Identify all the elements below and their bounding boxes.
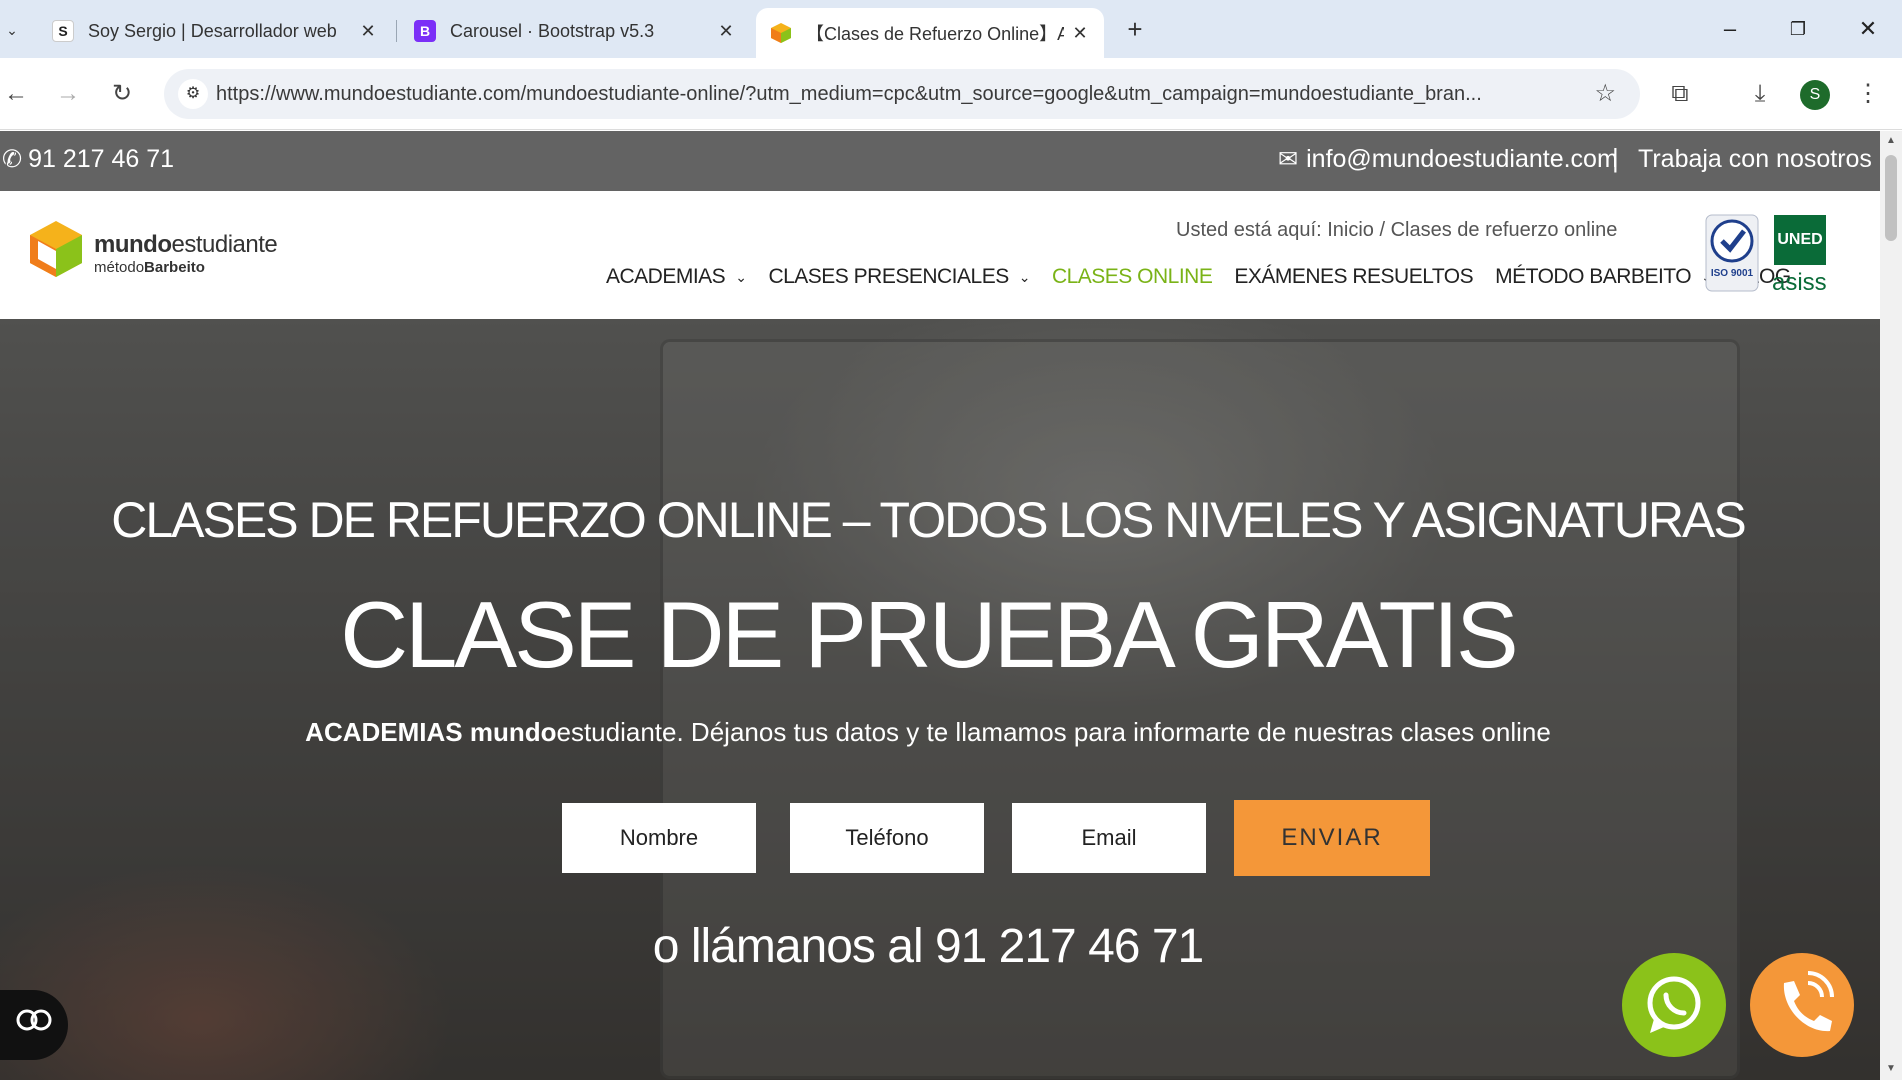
site-header: mundoestudiante métodoBarbeito Usted est…	[0, 191, 1880, 319]
forward-icon[interactable]: →	[52, 78, 84, 110]
nav-clases-online[interactable]: CLASES ONLINE	[1052, 265, 1213, 289]
browser-tab-bar: ⌄ S Soy Sergio | Desarrollador web ✕ B C…	[0, 0, 1902, 58]
phone-call-icon	[1783, 971, 1834, 1032]
whatsapp-icon	[1647, 976, 1701, 1033]
breadcrumb-home-link[interactable]: Inicio	[1327, 219, 1374, 241]
chevron-down-icon: ⌄	[1018, 268, 1031, 285]
site-settings-icon[interactable]: ⚙	[178, 79, 208, 109]
phone-input[interactable]: Teléfono	[790, 803, 984, 873]
address-bar[interactable]: ⚙ https://www.mundoestudiante.com/mundoe…	[164, 69, 1640, 119]
tab-search-icon[interactable]: ⌄	[0, 16, 24, 44]
tab-clases-refuerzo-active[interactable]: 【Clases de Refuerzo Online】Ac ✕	[756, 8, 1104, 58]
tab-favicon-icon: S	[52, 20, 74, 42]
breadcrumb-current: Clases de refuerzo online	[1390, 219, 1618, 241]
hero-description: ACADEMIAS mundoestudiante. Déjanos tus d…	[305, 717, 1551, 747]
page-scrollbar[interactable]: ▲ ▼	[1880, 131, 1902, 1080]
logo-tagline: métodoBarbeito	[94, 259, 205, 276]
name-input[interactable]: Nombre	[562, 803, 756, 873]
scrollbar-thumb[interactable]	[1885, 155, 1897, 241]
download-icon[interactable]: ⤓	[1744, 78, 1776, 110]
mundoestudiante-favicon-icon	[770, 22, 792, 44]
accessibility-icon[interactable]	[0, 990, 68, 1060]
url-text[interactable]: https://www.mundoestudiante.com/mundoest…	[216, 83, 1576, 106]
extensions-icon[interactable]: ⧉	[1664, 78, 1696, 110]
breadcrumb-separator: /	[1379, 219, 1386, 241]
logo-wordmark: mundoestudiante	[94, 231, 278, 258]
chevron-down-icon: ⌄	[735, 268, 747, 285]
jobs-link[interactable]: Trabaja con nosotros	[1638, 145, 1872, 174]
mail-icon: ✉	[1278, 146, 1299, 173]
restore-icon[interactable]: ❐	[1778, 14, 1818, 44]
tab-bootstrap-carousel[interactable]: B Carousel · Bootstrap v5.3 ✕	[400, 10, 750, 52]
tab-close-icon[interactable]: ✕	[1070, 23, 1090, 43]
tab-separator	[396, 20, 397, 42]
back-icon[interactable]: ←	[0, 78, 32, 110]
hero-subtitle: CLASES DE REFUERZO ONLINE – TODOS LOS NI…	[111, 492, 1746, 548]
whatsapp-button[interactable]	[1622, 953, 1726, 1057]
nav-academias[interactable]: ACADEMIAS ⌄	[606, 265, 747, 289]
topbar-email-link[interactable]: ✉ info@mundoestudiante.com	[1278, 145, 1618, 174]
hero-title: CLASE DE PRUEBA GRATIS	[340, 582, 1519, 687]
site-logo[interactable]: mundoestudiante métodoBarbeito	[28, 219, 278, 283]
hero-section: CLASES DE REFUERZO ONLINE – TODOS LOS NI…	[0, 319, 1880, 1080]
topbar-email-text: info@mundoestudiante.com	[1306, 145, 1618, 173]
minimize-icon[interactable]: –	[1710, 14, 1750, 44]
topbar-phone-link[interactable]: ✆ 91 217 46 71	[2, 145, 174, 174]
site-topbar: ✆ 91 217 46 71 ✉ info@mundoestudiante.co…	[0, 131, 1880, 191]
scroll-down-icon[interactable]: ▼	[1884, 1063, 1898, 1074]
nav-metodo-barbeito[interactable]: MÉTODO BARBEITO⌄	[1495, 265, 1713, 289]
topbar-separator: |	[1612, 143, 1619, 173]
reload-icon[interactable]: ↻	[106, 78, 138, 110]
tab-close-icon[interactable]: ✕	[358, 21, 378, 41]
iso-9001-badge: ISO 9001	[1705, 214, 1759, 292]
menu-kebab-icon[interactable]: ⋮	[1852, 78, 1884, 110]
hero-call-line: o llámanos al 91 217 46 71	[652, 920, 1204, 973]
main-navigation: ACADEMIAS ⌄ CLASES PRESENCIALES ⌄ CLASES O…	[606, 265, 1813, 289]
tab-title: 【Clases de Refuerzo Online】Ac	[806, 24, 1064, 44]
tab-close-icon[interactable]: ✕	[716, 21, 736, 41]
uned-logo: UNED	[1774, 215, 1826, 265]
bootstrap-favicon-icon: B	[414, 20, 436, 42]
browser-toolbar: ← → ↻ ⚙ https://www.mundoestudiante.com/…	[0, 58, 1902, 130]
breadcrumb-prefix: Usted está aquí:	[1176, 219, 1322, 241]
window-close-icon[interactable]: ✕	[1848, 14, 1888, 44]
svg-text:ISO 9001: ISO 9001	[1711, 268, 1754, 279]
new-tab-button[interactable]: +	[1120, 14, 1150, 44]
email-input[interactable]: Email	[1012, 803, 1206, 873]
phone-icon: ✆	[2, 146, 23, 173]
logo-cube-icon	[30, 221, 82, 277]
breadcrumb: Usted está aquí: Inicio / Clases de refu…	[1176, 219, 1617, 242]
profile-avatar[interactable]: S	[1800, 80, 1830, 110]
nav-clases-presenciales[interactable]: CLASES PRESENCIALES ⌄	[768, 265, 1030, 289]
asiss-logo: asiss	[1772, 269, 1827, 296]
topbar-phone-number: 91 217 46 71	[28, 145, 175, 173]
tab-title: Carousel · Bootstrap v5.3	[450, 20, 655, 41]
nav-examenes-resueltos[interactable]: EXÁMENES RESUELTOS	[1234, 265, 1473, 289]
scroll-up-icon[interactable]: ▲	[1884, 135, 1898, 146]
tab-soy-sergio[interactable]: S Soy Sergio | Desarrollador web ✕	[38, 10, 392, 52]
tab-title: Soy Sergio | Desarrollador web	[88, 20, 337, 41]
send-button[interactable]: ENVIAR	[1234, 800, 1430, 876]
call-button[interactable]	[1750, 953, 1854, 1057]
bookmark-star-icon[interactable]: ☆	[1594, 79, 1616, 108]
